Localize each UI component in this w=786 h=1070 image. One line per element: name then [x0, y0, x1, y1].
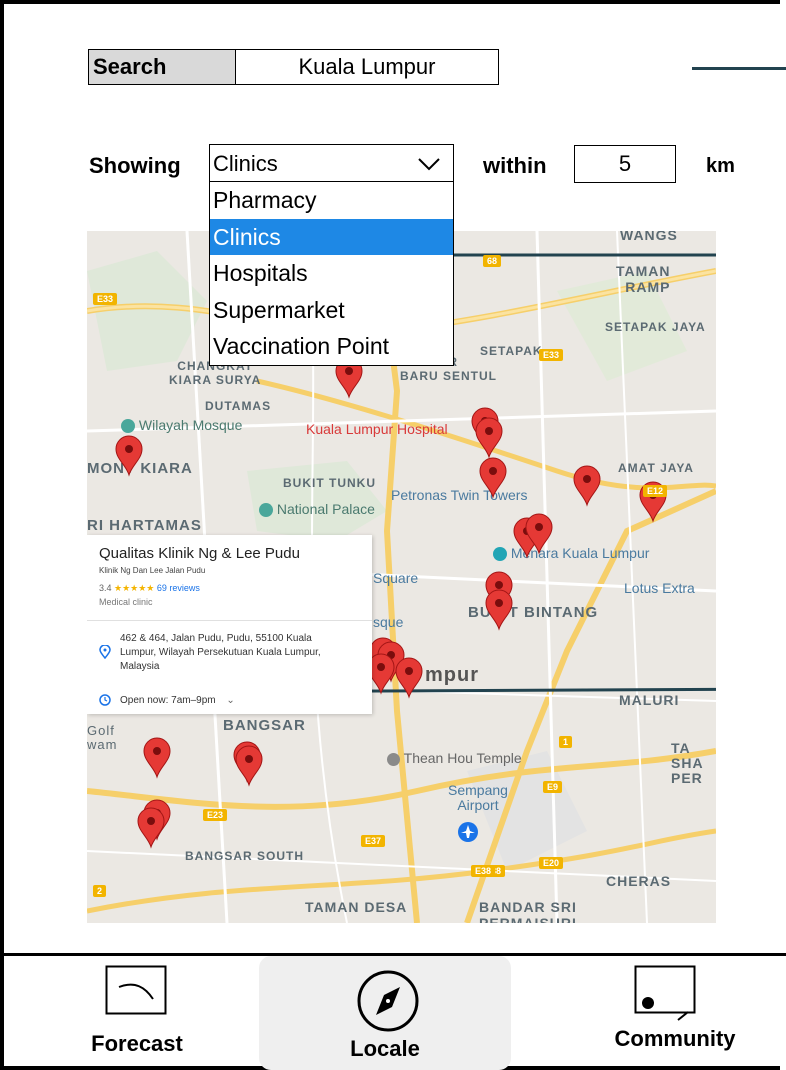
nav-community-label: Community — [614, 1026, 736, 1051]
map-label: WANGS — [620, 231, 678, 243]
option-clinics[interactable]: Clinics — [210, 218, 453, 255]
mosque-icon — [121, 419, 135, 434]
header-line — [692, 67, 786, 70]
map-label: mpur — [425, 664, 479, 686]
road-shield-label: E37 — [361, 835, 386, 847]
road-shield-label: E20 — [539, 857, 564, 869]
road-shield-label: E23 — [203, 809, 228, 821]
compass-icon — [357, 970, 419, 1032]
road-shield-label: E33 — [539, 349, 564, 361]
map-label: RI HARTAMAS — [87, 517, 202, 534]
poi-label: Wilayah Mosque — [121, 417, 242, 434]
star-rating-icon: ★★★★★ — [114, 583, 155, 593]
place-subtitle: Klinik Ng Dan Lee Jalan Pudu — [99, 566, 206, 575]
map-label: AMAT JAYA — [618, 461, 694, 475]
search-label: Search — [88, 49, 236, 85]
search-input[interactable] — [236, 49, 499, 85]
map-label: Golf wam — [87, 723, 118, 752]
place-rating: 3.4 ★★★★★ 69 reviews — [99, 583, 200, 593]
nav-forecast[interactable]: Forecast — [78, 962, 196, 1070]
chevron-down-icon: ⌄ — [226, 695, 235, 706]
road-shield-label: E9 — [543, 781, 563, 793]
map-label: SETAPAK JAYA — [605, 320, 706, 334]
within-label: within — [483, 153, 547, 178]
poi-label: Petronas Twin Towers — [391, 487, 528, 503]
nav-forecast-label: Forecast — [91, 1031, 183, 1056]
road-shield-label: E33 — [93, 293, 118, 305]
search-bar: Search — [88, 49, 499, 85]
poi-label: sque — [373, 614, 404, 630]
road-shield-label: 2 — [93, 885, 107, 897]
poi-label: Square — [373, 570, 419, 586]
category-options: Pharmacy Clinics Hospitals Supermarket V… — [209, 182, 454, 366]
option-hospitals[interactable]: Hospitals — [210, 255, 453, 292]
map-label: BUKIT BINTANG — [468, 604, 599, 621]
map-label: TAMAN DESA — [305, 899, 408, 915]
road-shield-label: 1 — [559, 736, 573, 748]
chevron-down-icon — [418, 158, 440, 171]
map-label: MONT KIARA — [87, 460, 193, 477]
road-shield-label: E12 — [643, 485, 668, 497]
showing-label: Showing — [89, 153, 181, 178]
road-shield-label: 68 — [483, 255, 502, 267]
poi-label: National Palace — [259, 501, 375, 518]
category-dropdown[interactable]: Clinics — [209, 144, 454, 182]
option-pharmacy[interactable]: Pharmacy — [210, 182, 453, 219]
map-label: CHERAS — [606, 873, 672, 889]
place-hours[interactable]: Open now: 7am–9pm ⌄ — [120, 695, 235, 706]
nav-locale-label: Locale — [350, 1036, 420, 1061]
option-supermarket[interactable]: Supermarket — [210, 292, 453, 329]
distance-input[interactable] — [574, 145, 676, 183]
unit-label: km — [706, 155, 735, 177]
map-label: BUKIT TUNKU — [283, 476, 376, 490]
map-label: BANDAR SRI PERMAISURI — [479, 899, 577, 923]
place-type: Medical clinic — [99, 597, 153, 607]
poi-label: Kuala Lumpur Hospital — [306, 421, 448, 437]
camera-icon — [493, 547, 507, 562]
chat-bubble-icon — [634, 965, 696, 1021]
nav-community[interactable]: Community — [590, 962, 760, 1070]
map-label: MALURI — [619, 692, 680, 708]
nav-locale[interactable]: Locale — [259, 956, 511, 1070]
place-address: 462 & 464, Jalan Pudu, Pudu, 55100 Kuala… — [120, 633, 321, 672]
place-title: Qualitas Klinik Ng & Lee Pudu — [99, 545, 300, 562]
forecast-icon — [105, 965, 167, 1015]
poi-label: Lotus Extra — [624, 580, 695, 596]
poi-label: Thean Hou Temple — [387, 750, 522, 766]
palace-icon — [259, 503, 273, 518]
map-label: DUTAMAS — [205, 399, 272, 413]
dropdown-selected-value: Clinics — [213, 151, 278, 176]
poi-label: Menara Kuala Lumpur — [493, 545, 649, 562]
reviews-link[interactable]: 69 reviews — [157, 583, 200, 593]
divider — [87, 620, 372, 621]
location-pin-icon — [99, 645, 111, 659]
poi-label: Sempang Airport — [448, 782, 508, 813]
map-label: BANGSAR SOUTH — [185, 849, 305, 863]
map-label: BANGSAR — [223, 717, 306, 734]
clock-icon — [99, 694, 111, 706]
map-label: TA SHA PER — [671, 740, 704, 786]
road-shield-label: E38 — [471, 865, 496, 877]
map-label: TAMAN RAMP — [616, 263, 671, 295]
airport-icon — [458, 822, 478, 842]
place-info-card[interactable]: Qualitas Klinik Ng & Lee Pudu Klinik Ng … — [87, 535, 372, 714]
temple-icon — [387, 752, 400, 766]
option-vaccination-point[interactable]: Vaccination Point — [210, 328, 453, 365]
